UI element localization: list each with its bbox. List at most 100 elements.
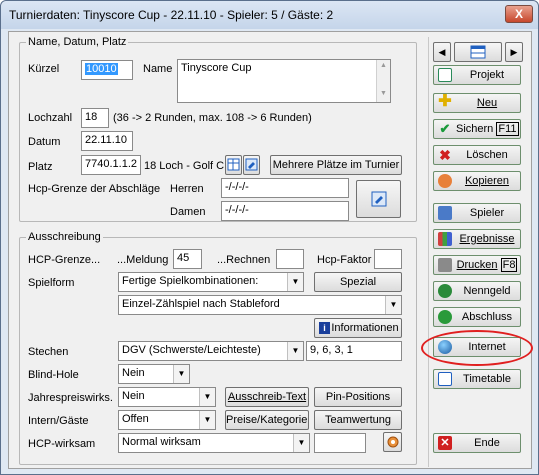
ende-button[interactable]: ✕ Ende xyxy=(433,433,521,453)
stechen-select[interactable]: DGV (Schwerste/Leichteste) ▼ xyxy=(118,341,304,361)
chevron-down-icon[interactable]: ▼ xyxy=(287,273,303,291)
info-icon: i xyxy=(319,322,330,334)
hcp-edit-button[interactable] xyxy=(356,180,401,218)
abschluss-button[interactable]: Abschluss xyxy=(433,307,521,327)
sichern-button[interactable]: ✔ Sichern F11 xyxy=(433,119,521,139)
scroll-up-icon[interactable]: ▲ xyxy=(380,62,387,69)
drucken-shortcut: F8 xyxy=(500,258,518,272)
ausschreib-text-button[interactable]: Ausschreib-Text xyxy=(225,387,309,407)
next-button[interactable]: ▶ xyxy=(505,42,523,62)
spieler-button[interactable]: Spieler xyxy=(433,203,521,223)
damen-field[interactable]: -/-/-/- xyxy=(221,201,349,221)
meldung-label: ...Meldung xyxy=(117,254,169,266)
hcp-faktor-field[interactable] xyxy=(374,249,402,269)
chevron-down-icon[interactable]: ▼ xyxy=(287,342,303,360)
hcp-wirksam-extra-field[interactable] xyxy=(314,433,366,453)
project-list-button[interactable] xyxy=(454,42,502,62)
spielform-detail-select[interactable]: Einzel-Zählspiel nach Stableford ▼ xyxy=(118,295,402,315)
spieler-label: Spieler xyxy=(469,207,505,219)
hcp-wirksam-action-button[interactable] xyxy=(383,432,402,452)
players-icon xyxy=(438,206,452,220)
stechen-label: Stechen xyxy=(28,346,69,358)
chevron-down-icon[interactable]: ▼ xyxy=(293,434,309,452)
nenngeld-button[interactable]: Nenngeld xyxy=(433,281,521,301)
nenngeld-label: Nenngeld xyxy=(463,285,511,297)
close-button[interactable]: X xyxy=(505,5,533,23)
stechen-value: DGV (Schwerste/Leichteste) xyxy=(122,344,261,356)
neu-button[interactable]: ✚ Neu xyxy=(433,93,521,113)
meldung-field[interactable]: 45 xyxy=(173,249,202,269)
kuerzel-field[interactable]: 10010 xyxy=(81,60,133,80)
ende-label: Ende xyxy=(474,437,500,449)
spezial-button[interactable]: Spezial xyxy=(314,272,402,292)
intern-gaeste-select[interactable]: Offen ▼ xyxy=(118,410,216,430)
projekt-button[interactable]: Projekt xyxy=(433,65,521,85)
platz-edit-button[interactable] xyxy=(243,155,260,175)
plus-icon: ✚ xyxy=(438,93,452,110)
drucken-button[interactable]: Drucken F8 xyxy=(433,255,521,275)
kopieren-button[interactable]: Kopieren xyxy=(433,171,521,191)
herren-label: Herren xyxy=(170,183,204,195)
informationen-button[interactable]: i Informationen xyxy=(314,318,402,338)
spielform-select[interactable]: Fertige Spielkombinationen: ▼ xyxy=(118,272,304,292)
ergebnisse-label: Ergebnisse xyxy=(459,233,515,245)
jahrespreis-select[interactable]: Nein ▼ xyxy=(118,387,216,407)
check-icon: ✔ xyxy=(439,121,451,136)
delete-icon: ✖ xyxy=(439,147,451,163)
name-label: Name xyxy=(143,63,173,75)
blind-hole-select[interactable]: Nein ▼ xyxy=(118,364,190,384)
group-legend: Ausschreibung xyxy=(28,231,101,243)
intern-gaeste-label: Intern/Gäste xyxy=(28,415,89,427)
pin-positions-button[interactable]: Pin-Positions xyxy=(314,387,402,407)
name-field[interactable]: Tinyscore Cup ▲ ▼ xyxy=(177,59,391,103)
loeschen-label: Löschen xyxy=(466,149,508,161)
scroll-down-icon[interactable]: ▼ xyxy=(380,90,387,97)
stechen-holes-field[interactable]: 9, 6, 3, 1 xyxy=(306,341,402,361)
printer-icon xyxy=(438,258,452,272)
loeschen-button[interactable]: ✖ Löschen xyxy=(433,145,521,165)
neu-label: Neu xyxy=(476,97,498,109)
teamwertung-label: Teamwertung xyxy=(324,414,392,426)
timetable-label: Timetable xyxy=(463,373,511,385)
previous-button[interactable]: ◀ xyxy=(433,42,451,62)
finish-icon xyxy=(438,310,452,324)
chevron-down-icon[interactable]: ▼ xyxy=(173,365,189,383)
intern-gaeste-value: Offen xyxy=(122,413,149,425)
client-area: Name, Datum, Platz Kürzel 10010 Name Tin… xyxy=(8,31,533,469)
rechnen-field[interactable] xyxy=(276,249,304,269)
lochzahl-field[interactable]: 18 xyxy=(81,108,109,128)
mehrere-plaetze-button[interactable]: Mehrere Plätze im Turnier xyxy=(270,155,402,175)
timetable-button[interactable]: Timetable xyxy=(433,369,521,389)
kopieren-label: Kopieren xyxy=(464,175,510,187)
damen-label: Damen xyxy=(170,206,206,218)
hcp-wirksam-select[interactable]: Normal wirksam ▼ xyxy=(118,433,310,453)
drucken-label: Drucken xyxy=(456,259,498,271)
copy-icon xyxy=(438,174,452,188)
platz-field[interactable]: 7740.1.1.2 xyxy=(81,155,141,175)
preise-kategorien-button[interactable]: Preise/Kategorien xyxy=(225,410,309,430)
blind-hole-label: Blind-Hole xyxy=(28,369,79,381)
teamwertung-button[interactable]: Teamwertung xyxy=(314,410,402,430)
hcp-faktor-label: Hcp-Faktor xyxy=(317,254,372,266)
chevron-down-icon[interactable]: ▼ xyxy=(385,296,401,314)
hcp-wirksam-label: HCP-wirksam xyxy=(28,438,96,450)
datum-field[interactable]: 22.11.10 xyxy=(81,131,133,151)
spielform-value: Fertige Spielkombinationen: xyxy=(122,275,259,287)
name-value: Tinyscore Cup xyxy=(181,62,252,74)
table-icon xyxy=(470,45,486,59)
highlight-ring xyxy=(421,330,533,366)
jahrespreis-label: Jahrespreiswirks. xyxy=(28,392,113,404)
hcp-wirksam-value: Normal wirksam xyxy=(122,436,201,448)
chevron-down-icon[interactable]: ▼ xyxy=(199,411,215,429)
name-scrollbar[interactable]: ▲ ▼ xyxy=(376,60,390,102)
hcp-grenze-abschlaege-label: Hcp-Grenze der Abschläge xyxy=(28,183,161,195)
sichern-label: Sichern xyxy=(456,123,494,135)
platz-description: 18 Loch - Golf Cl xyxy=(144,160,224,172)
chevron-down-icon[interactable]: ▼ xyxy=(199,388,215,406)
rechnen-label: ...Rechnen xyxy=(217,254,271,266)
ergebnisse-button[interactable]: Ergebnisse xyxy=(433,229,521,249)
checklist-icon xyxy=(438,68,452,82)
herren-field[interactable]: -/-/-/- xyxy=(221,178,349,198)
lochzahl-label: Lochzahl xyxy=(28,112,73,124)
platz-select-button[interactable] xyxy=(225,155,242,175)
